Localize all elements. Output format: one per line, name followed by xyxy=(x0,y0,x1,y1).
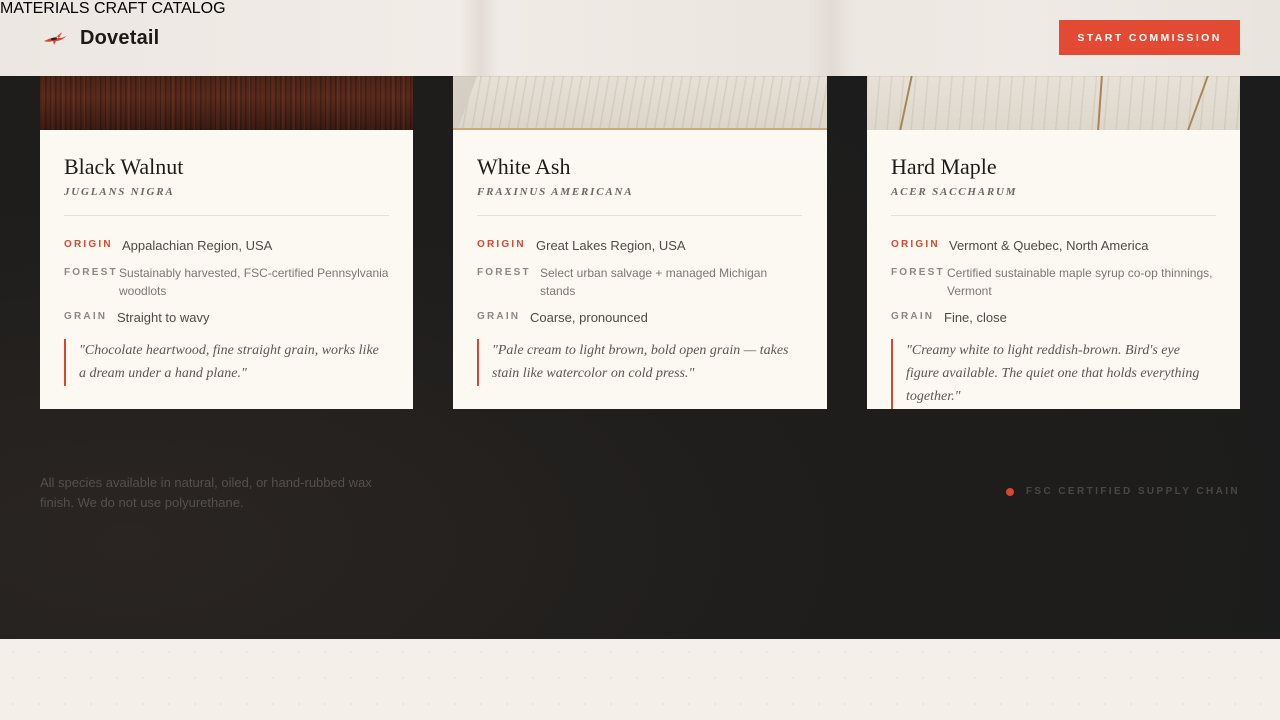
forest-value: Certified sustainable maple syrup co-op … xyxy=(947,266,1213,298)
latin-name: JUGLANS NIGRA xyxy=(64,186,175,198)
wood-card-hard-maple: Hard Maple ACER SACCHARUM ORIGIN Vermont… xyxy=(867,76,1240,409)
origin-label: ORIGIN xyxy=(477,239,526,250)
brand-logo[interactable]: Dovetail xyxy=(42,26,159,50)
grain-label: GRAIN xyxy=(477,311,521,322)
nav-materials[interactable]: MATERIALS xyxy=(0,0,90,17)
start-commission-button[interactable]: START COMMISSION xyxy=(1059,20,1240,55)
divider xyxy=(64,215,389,216)
forest-label: FOREST xyxy=(891,267,945,278)
wood-quote: "Chocolate heartwood, fine straight grai… xyxy=(64,339,389,386)
status-dot-icon xyxy=(1005,487,1014,496)
forest-label: FOREST xyxy=(477,267,531,278)
finish-note: All species available in natural, oiled,… xyxy=(40,475,372,510)
wood-name: White Ash xyxy=(477,154,571,179)
grain-value: Fine, close xyxy=(944,310,1007,325)
black-walnut-image xyxy=(40,76,413,130)
main-nav: MATERIALS CRAFT CATALOG xyxy=(0,0,1280,18)
grain-value: Straight to wavy xyxy=(117,310,210,325)
origin-label: ORIGIN xyxy=(64,239,113,250)
divider xyxy=(477,215,802,216)
wood-name: Black Walnut xyxy=(64,154,184,179)
forest-label: FOREST xyxy=(64,267,118,278)
forest-value: Sustainably harvested, FSC-certified Pen… xyxy=(119,266,389,298)
nav-catalog[interactable]: CATALOG xyxy=(151,0,225,17)
wood-card-black-walnut: Black Walnut JUGLANS NIGRA ORIGIN Appala… xyxy=(40,76,413,409)
origin-value: Appalachian Region, USA xyxy=(122,238,273,253)
latin-name: FRAXINUS AMERICANA xyxy=(477,186,634,198)
wood-name: Hard Maple xyxy=(891,154,997,179)
latin-name: ACER SACCHARUM xyxy=(891,186,1018,198)
wood-quote: "Pale cream to light brown, bold open gr… xyxy=(477,339,802,386)
fsc-certification: FSC CERTIFIED SUPPLY CHAIN xyxy=(1005,486,1240,497)
hard-maple-image xyxy=(867,76,1240,130)
brand-name: Dovetail xyxy=(80,26,160,49)
white-ash-image xyxy=(453,76,827,130)
grain-value: Coarse, pronounced xyxy=(530,310,648,325)
hummingbird-icon xyxy=(44,32,67,45)
wood-card-white-ash: White Ash FRAXINUS AMERICANA ORIGIN Grea… xyxy=(453,76,827,409)
divider xyxy=(891,215,1216,216)
origin-value: Great Lakes Region, USA xyxy=(536,238,686,253)
site-header: Dovetail MATERIALS CRAFT CATALOG START C… xyxy=(0,0,1280,76)
forest-value: Select urban salvage + managed Michigan … xyxy=(540,266,768,298)
cream-section xyxy=(0,639,1280,720)
wood-quote: "Creamy white to light reddish-brown. Bi… xyxy=(891,339,1216,409)
page: Dovetail MATERIALS CRAFT CATALOG START C… xyxy=(0,0,1280,720)
origin-value: Vermont & Quebec, North America xyxy=(949,238,1149,253)
origin-label: ORIGIN xyxy=(891,239,940,250)
grain-label: GRAIN xyxy=(64,311,108,322)
nav-craft[interactable]: CRAFT xyxy=(94,0,147,17)
grain-label: GRAIN xyxy=(891,311,935,322)
cert-label: FSC CERTIFIED SUPPLY CHAIN xyxy=(1025,486,1240,497)
